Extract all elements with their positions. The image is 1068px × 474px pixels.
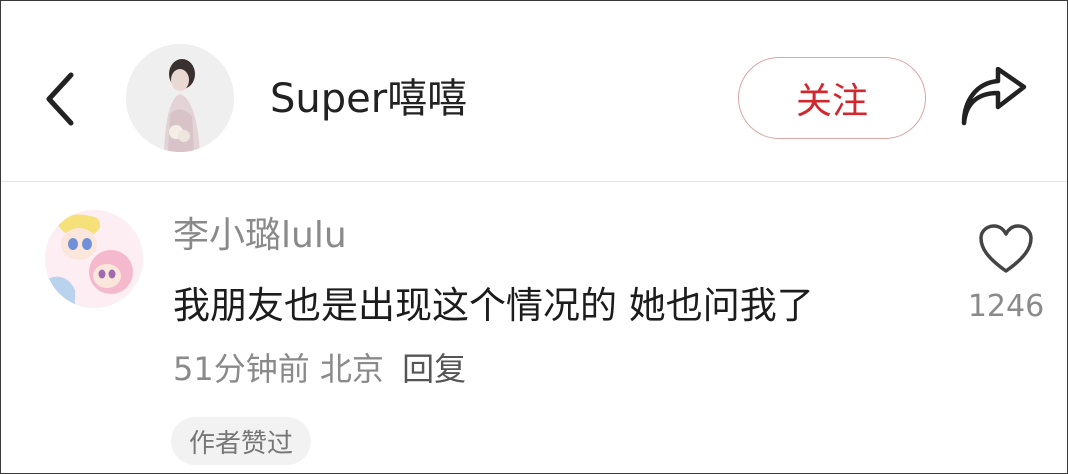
reply-button[interactable]: 回复: [402, 350, 466, 388]
share-arrow-icon[interactable]: [958, 67, 1030, 129]
comment-meta: 51分钟前 北京 回复: [173, 347, 466, 391]
like-count: 1246: [967, 289, 1045, 324]
heart-icon[interactable]: [978, 223, 1034, 275]
comment-time: 51分钟前: [173, 350, 310, 388]
commenter-avatar[interactable]: [45, 210, 143, 308]
back-chevron-icon[interactable]: [41, 71, 81, 127]
comment-text: 我朋友也是出现这个情况的 她也问我了: [173, 284, 814, 327]
comment-screen: Super嘻嘻 关注 李小璐lulu 我朋友也是出现这个情况的 她也问我了 51…: [0, 0, 1068, 474]
follow-button[interactable]: 关注: [738, 57, 926, 139]
user-avatar[interactable]: [126, 44, 234, 152]
comment-location: 北京: [319, 350, 384, 388]
username[interactable]: Super嘻嘻: [270, 73, 467, 125]
top-bar: Super嘻嘻 关注: [1, 1, 1067, 182]
author-liked-badge: 作者赞过: [171, 417, 312, 465]
comment-author[interactable]: 李小璐lulu: [173, 213, 347, 259]
